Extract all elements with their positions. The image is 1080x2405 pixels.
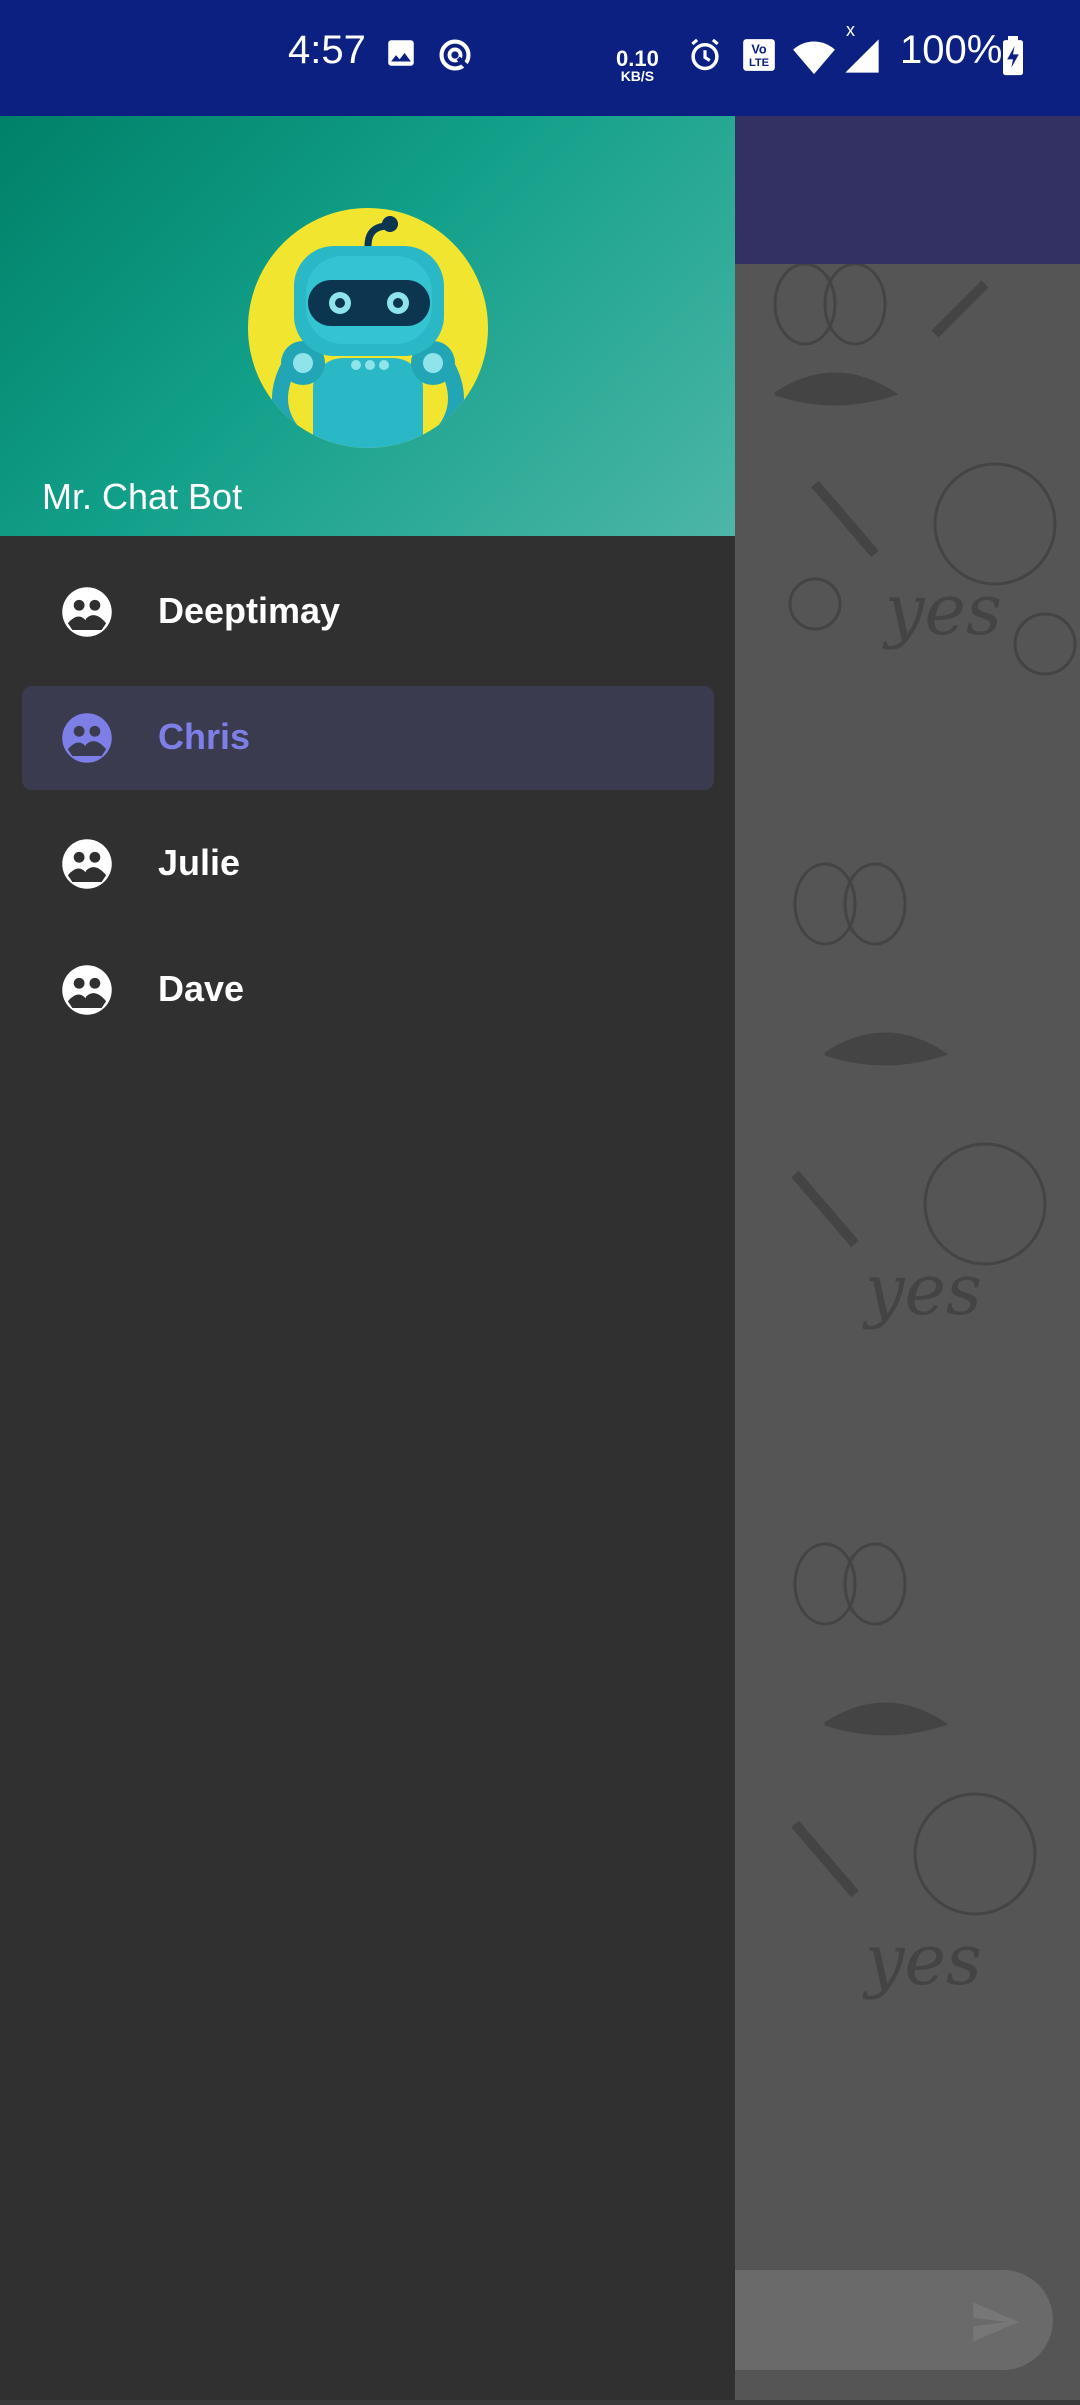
robot-avatar[interactable] bbox=[248, 208, 488, 448]
menu-item-chris[interactable]: Chris bbox=[22, 686, 714, 790]
image-icon bbox=[388, 40, 414, 66]
network-speed: 0.10 KB/S bbox=[616, 46, 659, 85]
network-speed-value: 0.10 bbox=[616, 46, 659, 71]
status-time: 4:57 bbox=[288, 28, 366, 72]
signal-icon bbox=[845, 39, 879, 73]
svg-text:Vo: Vo bbox=[751, 42, 767, 56]
menu-item-deeptimay[interactable]: Deeptimay bbox=[22, 560, 714, 664]
menu-item-label: Deeptimay bbox=[158, 590, 341, 631]
menu-item-julie[interactable]: Julie bbox=[22, 812, 714, 916]
battery-percent: 100% bbox=[900, 28, 1003, 72]
profile-name: Mr. Chat Bot bbox=[42, 476, 243, 517]
battery-charging-icon bbox=[1003, 36, 1023, 76]
group-icon bbox=[62, 965, 112, 1015]
group-icon bbox=[62, 713, 112, 763]
menu-item-label: Dave bbox=[158, 968, 245, 1009]
data-saver-icon bbox=[439, 39, 471, 71]
navigation-drawer: Mr. Chat Bot Deeptimay Chris Julie Dave bbox=[0, 116, 735, 2400]
menu-item-dave[interactable]: Dave bbox=[22, 938, 714, 1042]
status-bar: 4:57 0.10 KB/S Vo LTE x 100% bbox=[0, 0, 1080, 116]
svg-text:yes: yes bbox=[862, 1919, 982, 2001]
no-data-mark: x bbox=[846, 20, 855, 40]
send-icon bbox=[973, 2302, 1019, 2342]
chat-background: yes yes yes bbox=[735, 262, 1080, 2400]
group-icon bbox=[62, 587, 112, 637]
menu-item-label: Julie bbox=[158, 842, 241, 883]
alarm-icon bbox=[691, 38, 719, 71]
svg-text:LTE: LTE bbox=[749, 57, 769, 69]
drawer-header: Mr. Chat Bot bbox=[0, 116, 735, 536]
volte-icon: Vo LTE bbox=[743, 39, 775, 71]
svg-text:yes: yes bbox=[882, 569, 1002, 651]
group-icon bbox=[62, 839, 112, 889]
wifi-icon bbox=[793, 41, 835, 75]
menu-item-label: Chris bbox=[158, 716, 251, 757]
chat-toolbar bbox=[735, 116, 1080, 264]
svg-text:yes: yes bbox=[862, 1249, 982, 1331]
chat-wallpaper-pattern: yes yes yes bbox=[773, 262, 1077, 2001]
network-speed-unit: KB/S bbox=[620, 68, 655, 84]
